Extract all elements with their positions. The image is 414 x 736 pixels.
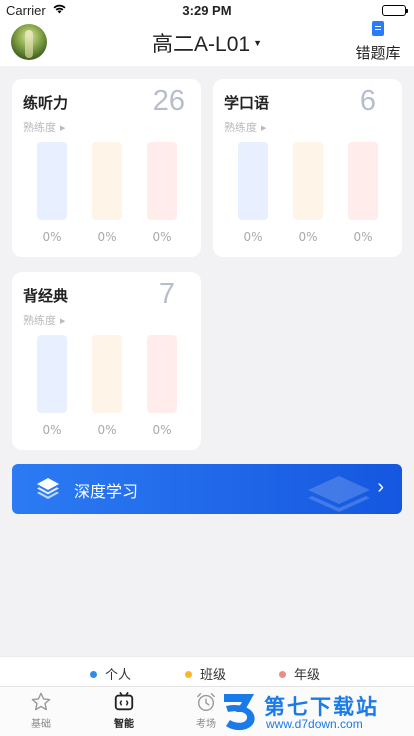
bar-percent: 0% (152, 230, 172, 244)
bar-personal: 0% (238, 142, 268, 244)
triangle-right-icon: ▶ (60, 124, 66, 132)
bar-class: 0% (92, 142, 122, 244)
deep-learning-label: 深度学习 (74, 482, 139, 501)
card-speaking[interactable]: 学口语 6 熟练度 ▶ 0% 0% 0% (213, 79, 402, 257)
bar-chart: 0% 0% 0% (37, 335, 177, 437)
battery-icon (382, 5, 408, 16)
app-header: 高二A-L01 ▼ 错题库 (0, 20, 414, 66)
robot-icon (114, 692, 134, 711)
card-count: 7 (158, 278, 175, 310)
bar-percent: 0% (42, 423, 62, 437)
bar-grade: 0% (348, 142, 378, 244)
bar-personal: 0% (37, 335, 67, 437)
bar-percent: 0% (243, 230, 263, 244)
proficiency-link[interactable]: 熟练度 ▶ (224, 119, 266, 135)
bar-chart: 0% 0% 0% (238, 142, 378, 244)
bar-percent: 0% (42, 230, 62, 244)
status-bar: Carrier 3:29 PM (0, 0, 414, 20)
site-watermark-logo: 第七下载站 www.d7down.com (218, 686, 414, 736)
bar-grade: 0% (147, 335, 177, 437)
bar-class: 0% (293, 142, 323, 244)
status-time: 3:29 PM (182, 3, 232, 18)
chart-legend: 个人 班级 年级 (0, 656, 414, 686)
d7-logo-icon (224, 694, 255, 731)
card-count: 6 (359, 85, 376, 117)
layers-watermark-icon (308, 476, 370, 512)
legend-class: 班级 (185, 664, 226, 683)
card-title: 学口语 (224, 94, 270, 112)
caret-down-icon: ▼ (253, 38, 262, 49)
bar-percent: 0% (353, 230, 373, 244)
triangle-right-icon: ▶ (60, 317, 66, 325)
card-title: 练听力 (23, 94, 69, 112)
bar-percent: 0% (152, 423, 172, 437)
bar-class: 0% (92, 335, 122, 437)
mistakes-label: 错题库 (355, 44, 401, 62)
star-icon (31, 692, 51, 711)
bar-grade: 0% (147, 142, 177, 244)
bar-chart: 0% 0% 0% (37, 142, 177, 244)
triangle-right-icon: ▶ (261, 124, 267, 132)
bar-percent: 0% (97, 423, 117, 437)
deep-learning-button[interactable]: 深度学习 › (12, 464, 402, 514)
legend-grade: 年级 (279, 664, 320, 683)
card-classics[interactable]: 背经典 7 熟练度 ▶ 0% 0% 0% (12, 272, 201, 450)
chevron-right-icon: › (377, 476, 384, 498)
card-count: 26 (152, 85, 185, 117)
tab-smart[interactable]: 智能 (94, 691, 154, 730)
alarm-clock-icon (197, 693, 215, 711)
proficiency-link[interactable]: 熟练度 ▶ (23, 119, 65, 135)
bar-percent: 0% (298, 230, 318, 244)
mistakes-button[interactable]: 错题库 (352, 20, 404, 63)
document-icon (372, 21, 384, 36)
legend-personal: 个人 (90, 664, 131, 683)
tab-basics[interactable]: 基础 (11, 691, 71, 730)
card-listening[interactable]: 练听力 26 熟练度 ▶ 0% 0% 0% (12, 79, 201, 257)
watermark-url: www.d7down.com (266, 717, 363, 731)
proficiency-link[interactable]: 熟练度 ▶ (23, 312, 65, 328)
bar-percent: 0% (97, 230, 117, 244)
class-name: 高二A-L01 (152, 33, 251, 56)
bar-personal: 0% (37, 142, 67, 244)
layers-icon (37, 478, 59, 499)
card-title: 背经典 (23, 287, 69, 305)
